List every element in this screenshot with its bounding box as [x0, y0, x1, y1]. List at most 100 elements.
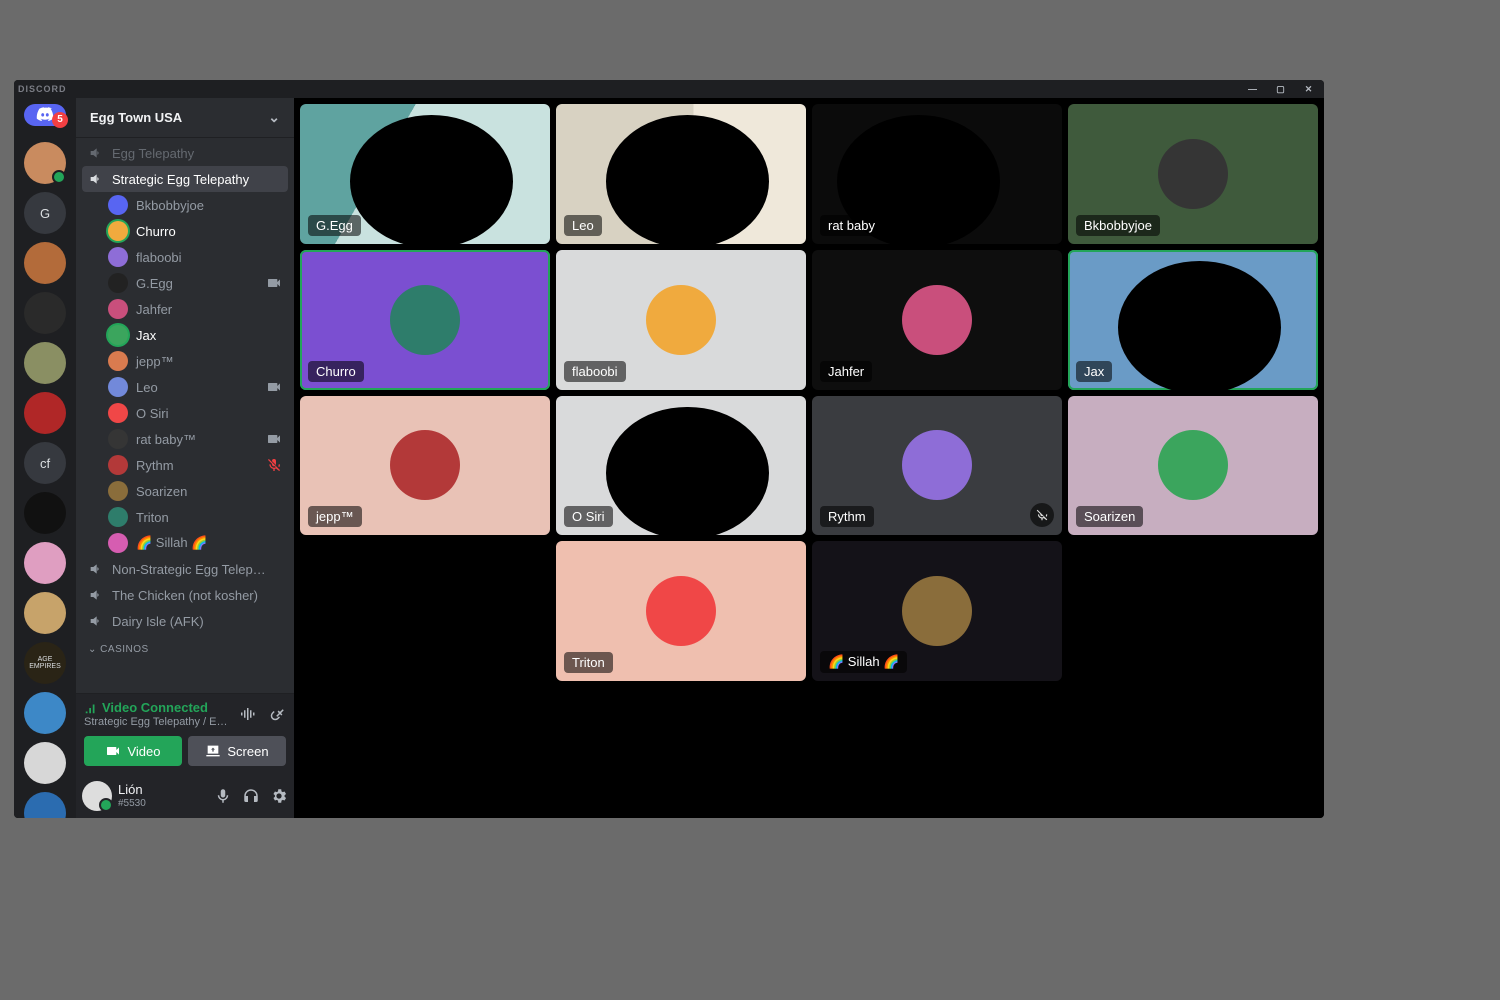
tile-name-tag: Jax — [1076, 361, 1112, 382]
channel-sidebar: Egg Town USA ⌄ Egg Telepathy Strategic E… — [76, 98, 294, 818]
headphones-icon[interactable] — [242, 787, 260, 805]
member-name: flaboobi — [136, 250, 182, 265]
video-grid: G.EggLeorat babyBkbobbyjoe Churroflaboobi… — [300, 104, 1318, 681]
voice-member[interactable]: Soarizen — [82, 478, 288, 504]
member-avatar — [108, 429, 128, 449]
mic-muted-icon — [266, 457, 282, 473]
video-button[interactable]: Video — [84, 736, 182, 766]
voice-member[interactable]: Bkbobbyjoe — [82, 192, 288, 218]
server-button[interactable] — [24, 292, 66, 334]
tile-avatar — [902, 430, 972, 500]
tile-avatar — [1158, 139, 1228, 209]
tile-avatar — [646, 576, 716, 646]
mic-muted-icon — [1030, 503, 1054, 527]
window-controls: — ▢ ✕ — [1242, 84, 1320, 95]
server-button[interactable] — [24, 692, 66, 734]
noise-suppression-icon[interactable] — [238, 705, 256, 723]
server-button[interactable]: G — [24, 192, 66, 234]
member-name: G.Egg — [136, 276, 173, 291]
server-button[interactable] — [24, 342, 66, 384]
channel-name: Dairy Isle (AFK) — [112, 614, 204, 629]
voice-member[interactable]: flaboobi — [82, 244, 288, 270]
video-tile[interactable]: Triton — [556, 541, 806, 681]
app-body: 5 Gcf AGE EMPIRES Egg Town USA ⌄ Egg Tele… — [14, 98, 1324, 818]
voice-member[interactable]: Churro — [82, 218, 288, 244]
tile-avatar — [390, 430, 460, 500]
voice-member[interactable]: O Siri — [82, 400, 288, 426]
video-tile[interactable]: Churro — [300, 250, 550, 390]
video-tile[interactable]: Leo — [556, 104, 806, 244]
server-button[interactable]: cf — [24, 442, 66, 484]
server-button[interactable] — [24, 592, 66, 634]
voice-member[interactable]: Triton — [82, 504, 288, 530]
voice-member[interactable]: Leo — [82, 374, 288, 400]
channel-category[interactable]: ⌄ CASINOS — [82, 634, 288, 657]
voice-member[interactable]: rat baby™ — [82, 426, 288, 452]
voice-member[interactable]: G.Egg — [82, 270, 288, 296]
channel-name: Non-Strategic Egg Telep… — [112, 562, 266, 577]
voice-channel[interactable]: The Chicken (not kosher) — [82, 582, 288, 608]
voice-member[interactable]: Jax — [82, 322, 288, 348]
video-tile[interactable]: Soarizen — [1068, 396, 1318, 536]
video-tile[interactable]: Bkbobbyjoe — [1068, 104, 1318, 244]
voice-channel-above[interactable]: Egg Telepathy — [82, 140, 288, 166]
member-avatar — [108, 325, 128, 345]
disconnect-icon[interactable] — [268, 705, 286, 723]
server-button[interactable] — [24, 392, 66, 434]
online-indicator — [52, 170, 66, 184]
server-button[interactable] — [24, 792, 66, 818]
video-tile[interactable]: G.Egg — [300, 104, 550, 244]
voice-channel-current[interactable]: Strategic Egg Telepathy — [82, 166, 288, 192]
tile-avatar — [646, 285, 716, 355]
user-identity[interactable]: Lión #5530 — [118, 783, 146, 808]
redacted-video — [1118, 261, 1281, 390]
app-name: DISCORD — [18, 84, 67, 94]
voice-status[interactable]: Video Connected — [84, 700, 228, 715]
member-name: Soarizen — [136, 484, 187, 499]
camera-icon — [105, 743, 121, 759]
server-button[interactable] — [24, 142, 66, 184]
video-tile[interactable]: O Siri — [556, 396, 806, 536]
server-rail: 5 Gcf AGE EMPIRES — [14, 98, 76, 818]
tile-name-tag: jepp™ — [308, 506, 362, 527]
speaker-icon — [88, 613, 104, 629]
mic-icon[interactable] — [214, 787, 232, 805]
video-tile[interactable]: Rythm — [812, 396, 1062, 536]
video-tile[interactable]: 🌈 Sillah 🌈 — [812, 541, 1062, 681]
server-button[interactable]: AGE EMPIRES — [24, 642, 66, 684]
server-button[interactable] — [24, 242, 66, 284]
member-avatar — [108, 351, 128, 371]
screen-share-button[interactable]: Screen — [188, 736, 286, 766]
video-tile[interactable]: jepp™ — [300, 396, 550, 536]
voice-member[interactable]: Rythm — [82, 452, 288, 478]
member-avatar — [108, 481, 128, 501]
window-close-button[interactable]: ✕ — [1298, 84, 1320, 95]
voice-member[interactable]: jepp™ — [82, 348, 288, 374]
voice-member[interactable]: Jahfer — [82, 296, 288, 322]
video-tile[interactable]: Jahfer — [812, 250, 1062, 390]
user-avatar[interactable] — [82, 781, 112, 811]
server-button[interactable] — [24, 742, 66, 784]
window-minimize-button[interactable]: — — [1242, 84, 1264, 95]
server-header[interactable]: Egg Town USA ⌄ — [76, 98, 294, 138]
user-name: Lión — [118, 783, 146, 797]
camera-icon — [266, 275, 282, 291]
voice-member[interactable]: 🌈 Sillah 🌈 — [82, 530, 288, 556]
voice-status-subtitle: Strategic Egg Telepathy / E… — [84, 716, 228, 728]
member-name: O Siri — [136, 406, 169, 421]
member-name: Jahfer — [136, 302, 172, 317]
voice-channel[interactable]: Non-Strategic Egg Telep… — [82, 556, 288, 582]
video-tile[interactable]: rat baby — [812, 104, 1062, 244]
voice-status-panel: Video Connected Strategic Egg Telepathy … — [76, 693, 294, 774]
video-tile[interactable]: Jax — [1068, 250, 1318, 390]
home-server-button[interactable]: 5 — [24, 104, 66, 126]
server-button[interactable] — [24, 492, 66, 534]
window-maximize-button[interactable]: ▢ — [1270, 84, 1292, 95]
member-avatar — [108, 221, 128, 241]
speaker-icon — [88, 561, 104, 577]
video-tile[interactable]: flaboobi — [556, 250, 806, 390]
settings-gear-icon[interactable] — [270, 787, 288, 805]
tile-avatar — [390, 285, 460, 355]
server-button[interactable] — [24, 542, 66, 584]
voice-channel[interactable]: Dairy Isle (AFK) — [82, 608, 288, 634]
